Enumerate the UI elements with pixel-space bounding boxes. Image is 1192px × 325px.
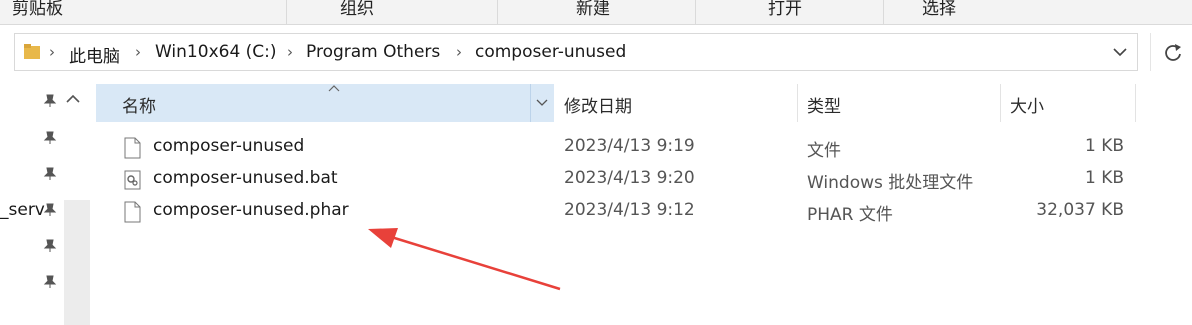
- annotation-arrow: [368, 228, 561, 291]
